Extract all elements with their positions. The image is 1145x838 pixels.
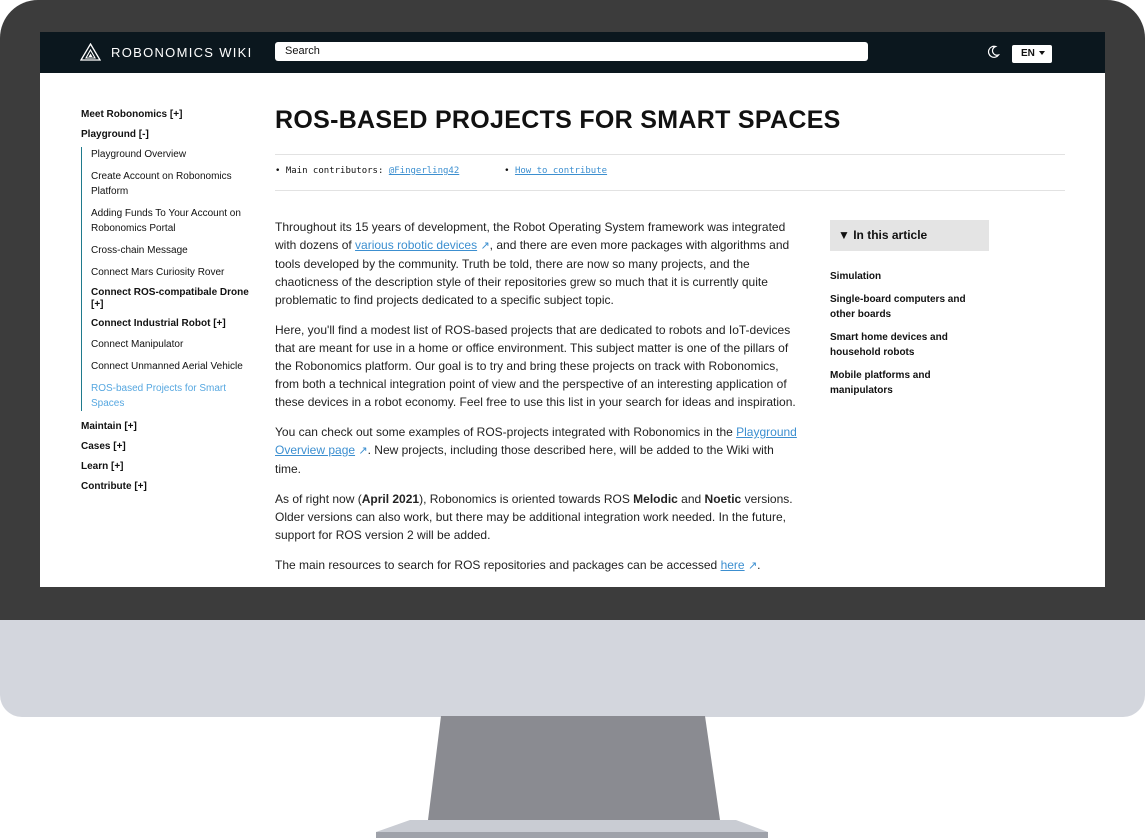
language-label: EN (1021, 48, 1035, 59)
paragraph-list-description: Here, you'll find a modest list of ROS-b… (275, 323, 796, 409)
article-body: Throughout its 15 years of development, … (275, 218, 797, 587)
sidebar-section-contribute[interactable]: Contribute [+] (81, 481, 251, 492)
table-of-contents: ▼ In this article Simulation Single-boar… (830, 220, 1030, 406)
monitor-stand (376, 716, 768, 838)
site-logo[interactable]: ROBONOMICS WIKI (80, 43, 253, 61)
bullet: • (275, 166, 286, 176)
how-to-contribute-link[interactable]: How to contribute (515, 166, 607, 176)
playground-submenu: Playground Overview Create Account on Ro… (81, 147, 251, 411)
bullet: • (504, 166, 515, 176)
sidebar-item-manipulator[interactable]: Connect Manipulator (91, 337, 251, 352)
external-link-icon: ↗ (358, 445, 368, 457)
toc-item-single-board-computers[interactable]: Single-board computers and other boards (830, 292, 990, 322)
text: You can check out some examples of ROS-p… (275, 425, 737, 439)
paragraph-versions: As of right now (April 2021), Robonomics… (275, 490, 797, 544)
toc-toggle[interactable]: ▼ In this article (830, 220, 989, 251)
sidebar-item-industrial-robot[interactable]: Connect Industrial Robot [+] (91, 318, 251, 330)
various-robotic-devices-link[interactable]: various robotic devices (355, 238, 477, 252)
language-select[interactable]: EN (1012, 45, 1052, 63)
moon-icon[interactable] (986, 45, 1000, 59)
toc-item-simulation[interactable]: Simulation (830, 269, 990, 284)
paragraph-intro: Throughout its 15 years of development, … (275, 218, 797, 309)
site-title: ROBONOMICS WIKI (111, 44, 253, 60)
browser-screen: ROBONOMICS WIKI Search EN Meet Robonomic… (40, 32, 1105, 587)
sidebar-section-learn[interactable]: Learn [+] (81, 461, 251, 472)
sidebar-nav: Meet Robonomics [+] Playground [-] Playg… (81, 109, 251, 501)
date-highlight: April 2021 (361, 492, 420, 506)
sidebar-item-cross-chain-message[interactable]: Cross-chain Message (91, 243, 251, 258)
toc-item-smart-home-devices[interactable]: Smart home devices and household robots (830, 330, 990, 360)
sidebar-section-meet-robonomics[interactable]: Meet Robonomics [+] (81, 109, 251, 120)
text: As of right now ( (275, 492, 362, 506)
resources-here-link[interactable]: here (721, 558, 745, 572)
external-link-icon: ↗ (480, 240, 490, 252)
paragraph-examples: You can check out some examples of ROS-p… (275, 423, 797, 478)
main-content: ROS-BASED PROJECTS FOR SMART SPACES • Ma… (275, 106, 1065, 572)
sidebar-section-cases[interactable]: Cases [+] (81, 441, 251, 452)
contributors-label: Main contributors: (285, 166, 384, 176)
noetic-highlight: Noetic (704, 492, 742, 506)
text: ), Robonomics is oriented towards ROS (419, 492, 634, 506)
external-link-icon: ↗ (747, 560, 758, 572)
text: and (677, 492, 705, 506)
sidebar-section-playground[interactable]: Playground [-] (81, 129, 251, 140)
paragraph-resources: The main resources to search for ROS rep… (275, 556, 797, 575)
melodic-highlight: Melodic (633, 492, 678, 506)
robonomics-logo-icon (80, 43, 101, 61)
sidebar-item-mars-curiosity-rover[interactable]: Connect Mars Curiosity Rover (91, 265, 251, 280)
sidebar-item-unmanned-aerial-vehicle[interactable]: Connect Unmanned Aerial Vehicle (91, 359, 251, 374)
chevron-down-icon (1038, 51, 1045, 56)
toc-list: Simulation Single-board computers and ot… (830, 269, 1030, 398)
sidebar-item-adding-funds[interactable]: Adding Funds To Your Account on Robonomi… (91, 206, 251, 236)
search-input[interactable]: Search (275, 42, 868, 61)
sidebar-item-playground-overview[interactable]: Playground Overview (91, 147, 251, 162)
monitor-chin (0, 620, 1145, 717)
contributors-bar: • Main contributors: @Fingerling42 • How… (275, 154, 1065, 191)
sidebar-item-ros-drone[interactable]: Connect ROS-compatibale Drone [+] (91, 287, 251, 311)
page-title: ROS-BASED PROJECTS FOR SMART SPACES (275, 106, 841, 134)
contributor-link[interactable]: @Fingerling42 (389, 166, 459, 176)
top-navigation-bar: ROBONOMICS WIKI Search EN (40, 32, 1105, 73)
sidebar-item-ros-smart-spaces[interactable]: ROS-based Projects for Smart Spaces (91, 381, 251, 411)
sidebar-item-create-account[interactable]: Create Account on Robonomics Platform (91, 169, 251, 199)
sidebar-section-maintain[interactable]: Maintain [+] (81, 421, 251, 432)
text: The main resources to search for ROS rep… (275, 558, 721, 572)
toc-item-mobile-platforms[interactable]: Mobile platforms and manipulators (830, 368, 990, 398)
text: . (757, 558, 761, 572)
